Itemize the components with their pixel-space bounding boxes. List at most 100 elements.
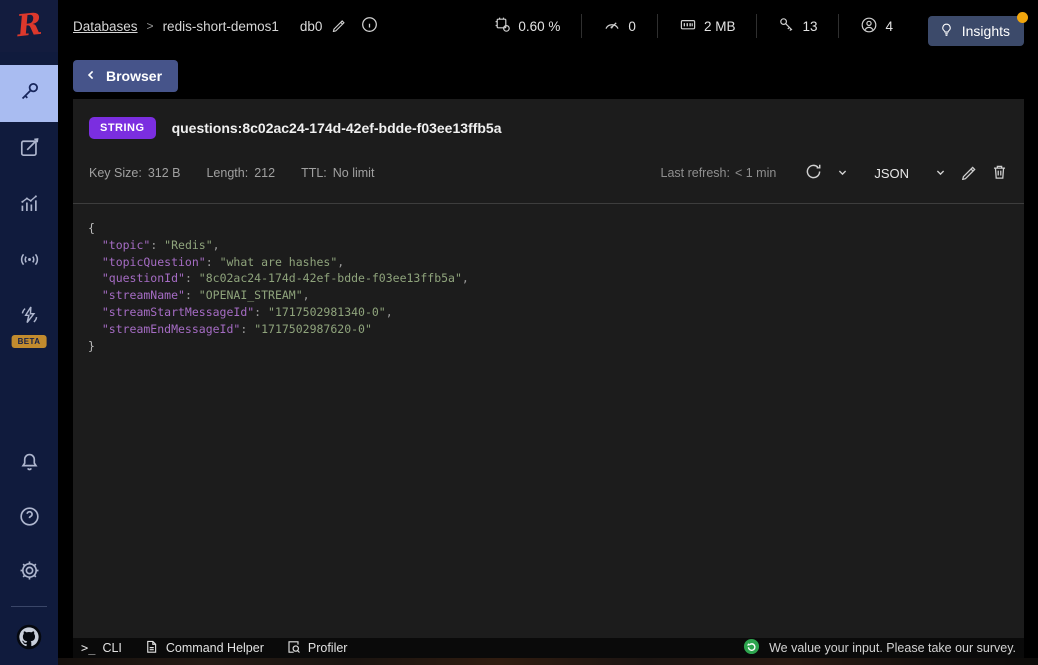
sidebar-item-settings[interactable] bbox=[0, 546, 58, 600]
survey-icon bbox=[743, 638, 760, 658]
json-value-view[interactable]: { "topic": "Redis", "topicQuestion": "wh… bbox=[73, 204, 1024, 354]
stat-memory: 2 MB bbox=[658, 16, 757, 37]
last-refresh-label: Last refresh: bbox=[661, 166, 730, 180]
key-header: STRING questions:8c02ac24-174d-42ef-bdde… bbox=[73, 99, 1024, 141]
sidebar-item-github[interactable] bbox=[0, 613, 58, 665]
background-window-strip bbox=[58, 658, 1038, 665]
key-type-badge: STRING bbox=[89, 117, 156, 139]
gear-icon bbox=[17, 558, 42, 588]
breadcrumb-database-name: redis-short-demos1 bbox=[163, 19, 279, 34]
chevron-left-icon bbox=[85, 68, 97, 84]
edit-value-button[interactable] bbox=[960, 163, 977, 183]
sidebar-item-triggers-functions[interactable]: BETA bbox=[0, 290, 58, 346]
insights-notification-dot bbox=[1017, 12, 1028, 23]
sidebar: BETA bbox=[0, 52, 58, 665]
insights-label: Insights bbox=[962, 23, 1010, 39]
cli-label: CLI bbox=[102, 641, 121, 655]
pencil-icon bbox=[960, 163, 977, 183]
key-meta-row: Key Size: 312 B Length: 212 TTL: No limi… bbox=[73, 149, 1024, 197]
info-icon bbox=[361, 16, 378, 36]
db-index-label: db0 bbox=[300, 19, 323, 34]
sidebar-item-browser[interactable] bbox=[0, 65, 58, 122]
stat-commands-value: 0 bbox=[628, 19, 636, 34]
refresh-icon bbox=[804, 162, 823, 184]
last-refresh: Last refresh: < 1 min bbox=[661, 166, 777, 180]
key-size: Key Size: 312 B bbox=[89, 166, 180, 180]
length-label: Length: bbox=[206, 166, 248, 180]
top-header: R Databases > redis-short-demos1 db0 0.6… bbox=[0, 0, 1038, 52]
breadcrumb-separator: > bbox=[147, 19, 154, 33]
value-format-select[interactable]: JSON bbox=[848, 166, 946, 181]
lightning-pipeline-icon bbox=[17, 303, 42, 333]
workbench-icon bbox=[17, 135, 42, 165]
insights-button[interactable]: Insights bbox=[928, 16, 1024, 46]
key-size-label: Key Size: bbox=[89, 166, 142, 180]
survey-link[interactable]: We value your input. Please take our sur… bbox=[743, 638, 1016, 658]
refresh-settings-button[interactable] bbox=[837, 166, 848, 181]
gauge-icon bbox=[603, 16, 621, 37]
key-actions: Last refresh: < 1 min JSON bbox=[661, 162, 1009, 184]
key-length: Length: 212 bbox=[206, 166, 275, 180]
key-count-icon bbox=[778, 16, 795, 36]
breadcrumb-databases-link[interactable]: Databases bbox=[73, 19, 138, 34]
github-icon bbox=[15, 623, 43, 656]
help-icon bbox=[17, 504, 42, 534]
key-details-panel: STRING questions:8c02ac24-174d-42ef-bdde… bbox=[73, 99, 1024, 638]
chevron-down-icon bbox=[935, 166, 946, 181]
sidebar-item-notifications[interactable] bbox=[0, 438, 58, 492]
stat-cpu: 0.60 % bbox=[473, 16, 581, 36]
trash-icon bbox=[991, 163, 1008, 183]
stat-clients-value: 4 bbox=[885, 19, 893, 34]
sidebar-item-analysis[interactable] bbox=[0, 178, 58, 234]
document-icon bbox=[144, 639, 159, 657]
beta-badge: BETA bbox=[12, 335, 47, 348]
sidebar-item-workbench[interactable] bbox=[0, 122, 58, 178]
pencil-icon bbox=[331, 17, 346, 35]
redis-logo[interactable]: R bbox=[0, 0, 58, 52]
stat-cpu-value: 0.60 % bbox=[518, 19, 560, 34]
profiler-label: Profiler bbox=[308, 641, 348, 655]
bell-icon bbox=[17, 450, 42, 480]
stat-commands-per-sec: 0 bbox=[582, 16, 657, 37]
sidebar-divider bbox=[11, 606, 47, 607]
database-overview-stats: 0.60 % 0 2 MB 13 4 bbox=[473, 0, 914, 52]
profiler-magnifier-icon bbox=[286, 639, 301, 657]
database-info-button[interactable] bbox=[361, 16, 378, 36]
breadcrumb: Databases > redis-short-demos1 db0 bbox=[73, 0, 378, 52]
key-size-value: 312 B bbox=[148, 166, 181, 180]
bottom-toolbar: >_ CLI Command Helper Profiler We value … bbox=[73, 638, 1024, 658]
ttl-value[interactable]: No limit bbox=[333, 166, 375, 180]
chevron-down-icon bbox=[837, 166, 848, 181]
redis-logo-icon: R bbox=[15, 10, 43, 42]
format-selected-value: JSON bbox=[874, 166, 909, 181]
memory-icon bbox=[679, 16, 697, 37]
back-button-label: Browser bbox=[106, 68, 162, 84]
stat-clients: 4 bbox=[839, 16, 914, 37]
edit-database-alias-button[interactable] bbox=[331, 17, 346, 35]
sidebar-item-pub-sub[interactable] bbox=[0, 234, 58, 290]
stat-keys-value: 13 bbox=[802, 19, 817, 34]
stat-keys: 13 bbox=[757, 16, 838, 36]
last-refresh-value: < 1 min bbox=[735, 166, 776, 180]
back-to-browser-button[interactable]: Browser bbox=[73, 60, 178, 92]
survey-label: We value your input. Please take our sur… bbox=[769, 641, 1016, 655]
cli-toggle[interactable]: >_ CLI bbox=[81, 641, 122, 655]
lightbulb-icon bbox=[939, 22, 954, 40]
key-icon bbox=[17, 79, 42, 109]
delete-key-button[interactable] bbox=[991, 163, 1008, 183]
profiler-toggle[interactable]: Profiler bbox=[286, 639, 348, 657]
stat-memory-value: 2 MB bbox=[704, 19, 736, 34]
cpu-icon bbox=[494, 16, 511, 36]
key-meta-left: Key Size: 312 B Length: 212 TTL: No limi… bbox=[89, 166, 374, 180]
sidebar-item-help[interactable] bbox=[0, 492, 58, 546]
command-helper-toggle[interactable]: Command Helper bbox=[144, 639, 264, 657]
key-ttl: TTL: No limit bbox=[301, 166, 374, 180]
command-helper-label: Command Helper bbox=[166, 641, 264, 655]
user-icon bbox=[860, 16, 878, 37]
length-value: 212 bbox=[254, 166, 275, 180]
terminal-icon: >_ bbox=[81, 641, 95, 655]
refresh-button[interactable] bbox=[804, 162, 823, 184]
key-name[interactable]: questions:8c02ac24-174d-42ef-bdde-f03ee1… bbox=[172, 120, 502, 136]
pub-sub-icon bbox=[17, 247, 42, 277]
ttl-label: TTL: bbox=[301, 166, 327, 180]
